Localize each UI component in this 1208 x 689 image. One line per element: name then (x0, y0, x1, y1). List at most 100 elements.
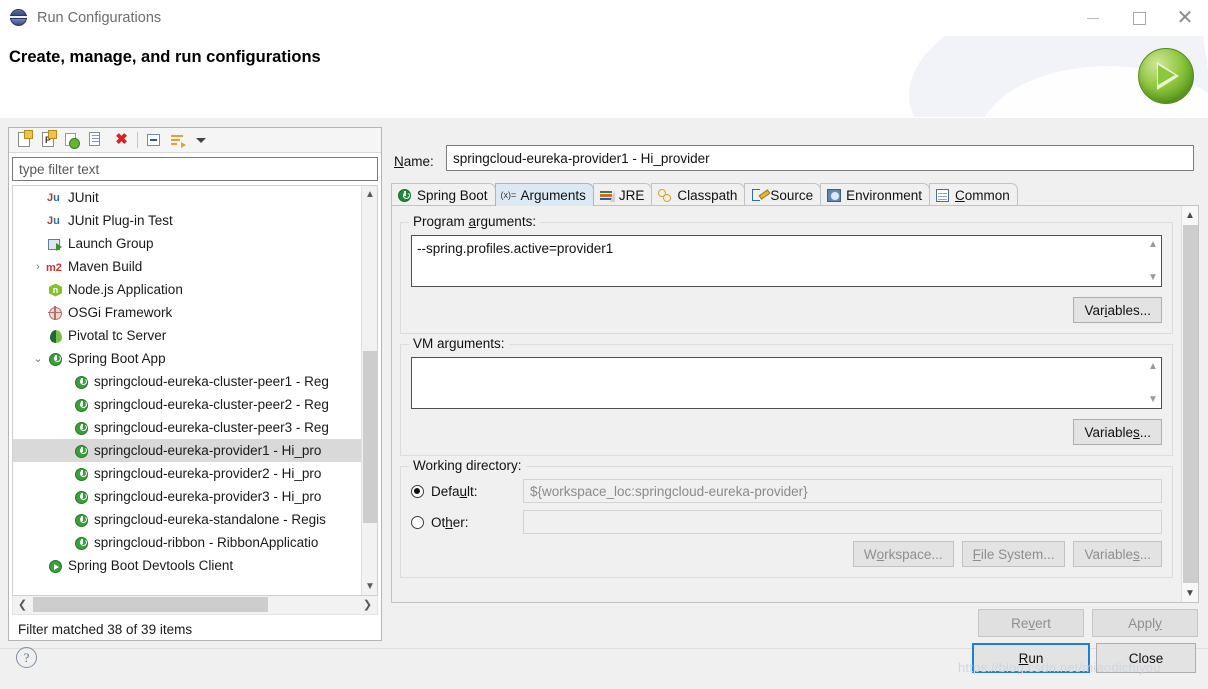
tab-classpath[interactable]: Classpath (651, 183, 746, 206)
tree-item[interactable]: springcloud-eureka-provider2 - Hi_pro (13, 462, 362, 485)
minimize-button[interactable] (1070, 0, 1116, 36)
tree-item[interactable]: springcloud-eureka-standalone - Regis (13, 508, 362, 531)
working-directory-label: Working directory: (409, 458, 526, 473)
tree-item-label: springcloud-eureka-provider1 - Hi_pro (94, 443, 322, 458)
name-label: Name: (394, 153, 434, 169)
tree-item[interactable]: Spring Boot Devtools Client (13, 554, 362, 577)
maven-icon: m2 (46, 261, 62, 274)
tree-item[interactable]: Launch Group (13, 232, 362, 255)
tree-item-label: Maven Build (68, 259, 143, 274)
tree-item-label: OSGi Framework (68, 305, 173, 320)
program-arguments-textarea[interactable] (411, 235, 1162, 287)
default-label: Default: (431, 483, 478, 499)
export-configuration-icon[interactable] (63, 130, 83, 150)
program-variables-button[interactable]: Var i ables... (1073, 297, 1162, 323)
tab-jre[interactable]: JRE (592, 183, 653, 206)
revert-apply-row: Re v ert Appl y (390, 609, 1198, 637)
tree-item[interactable]: Pivotal tc Server (13, 324, 362, 347)
other-radio[interactable] (411, 515, 424, 529)
content-vertical-scrollbar[interactable]: ▲ ▼ (1181, 206, 1198, 602)
tab-source[interactable]: Source (744, 183, 822, 206)
other-label: Other: (431, 514, 469, 530)
view-menu-caret-icon[interactable] (192, 130, 212, 150)
twisty-icon[interactable]: › (31, 261, 45, 273)
arguments-tab-content: Program arguments: ▲ ▼ Variables... (391, 205, 1199, 603)
apply-button[interactable]: Appl y (1092, 609, 1198, 637)
delete-configuration-icon[interactable]: ✖ (111, 130, 131, 150)
file-system-button[interactable]: File System... (961, 541, 1066, 567)
tree-scrollbar-thumb[interactable] (363, 351, 377, 523)
run-configurations-window: Run Configurations ✕ Create, manage, and… (0, 0, 1208, 689)
arguments-icon: (x)= (500, 189, 517, 200)
new-prototype-icon[interactable]: P (39, 130, 59, 150)
collapse-all-icon[interactable] (144, 130, 164, 150)
other-directory-input[interactable] (523, 510, 1162, 534)
filter-input[interactable] (12, 157, 378, 181)
tree-item-label: Node.js Application (68, 282, 183, 297)
tree-item[interactable]: ⌄ Spring Boot App (13, 347, 362, 370)
tab-label: Environment (846, 187, 922, 203)
content-scrollbar-thumb[interactable] (1183, 225, 1198, 583)
watermark-text: https://blog.csdn.net/miaodichiyou (958, 660, 1161, 675)
tree-item[interactable]: n Node.js Application (13, 278, 362, 301)
vm-arguments-buttons: Variable s... (411, 419, 1162, 445)
scroll-up-icon[interactable]: ▲ (1182, 206, 1198, 224)
devtools-icon (46, 557, 64, 575)
spring-boot-icon (397, 188, 414, 203)
spring-boot-icon (72, 396, 90, 414)
vm-variables-button[interactable]: Variable s... (1073, 419, 1162, 445)
tree-horizontal-scrollbar[interactable]: ❮ ❯ (12, 596, 378, 615)
tree-item-label: springcloud-eureka-provider3 - Hi_pro (94, 489, 322, 504)
environment-icon (826, 188, 843, 203)
working-dir-variables-button[interactable]: Variable s... (1073, 541, 1162, 567)
default-radio[interactable] (411, 484, 424, 498)
close-window-button[interactable]: ✕ (1162, 0, 1208, 36)
configuration-editor-panel: Name: Spring Boot (x)=Arguments JRE Classpa… (390, 127, 1200, 641)
tab-common[interactable]: Common (928, 183, 1018, 206)
help-question-icon[interactable]: ? (16, 647, 37, 668)
tab-environment[interactable]: Environment (820, 183, 930, 206)
tree-item[interactable]: springcloud-eureka-provider3 - Hi_pro (13, 485, 362, 508)
tab-label: Source (770, 187, 814, 203)
tree-item[interactable]: › m2 Maven Build (13, 255, 362, 278)
revert-button[interactable]: Re v ert (978, 609, 1084, 637)
tree-item[interactable]: Ju JUnit Plug-in Test (13, 209, 362, 232)
name-input[interactable] (446, 145, 1194, 171)
scroll-right-icon[interactable]: ❯ (358, 596, 377, 613)
filter-icon[interactable] (168, 130, 188, 150)
duplicate-configuration-icon[interactable] (87, 130, 108, 150)
tree-item-label: springcloud-eureka-cluster-peer3 - Reg (94, 420, 329, 435)
tree-item[interactable]: OSGi Framework (13, 301, 362, 324)
tree-item[interactable]: Ju JUnit (13, 186, 362, 209)
tab-label: Spring Boot (417, 187, 488, 203)
tree-item[interactable]: springcloud-eureka-cluster-peer2 - Reg (13, 393, 362, 416)
tree-vertical-scrollbar[interactable]: ▲ ▼ (361, 186, 377, 595)
scroll-down-icon[interactable]: ▼ (362, 578, 377, 595)
tree-item[interactable]: springcloud-eureka-cluster-peer3 - Reg (13, 416, 362, 439)
tab-spring-boot[interactable]: Spring Boot (391, 183, 496, 206)
tree-item[interactable]: springcloud-eureka-provider1 - Hi_pro (13, 439, 362, 462)
launch-group-icon (46, 235, 64, 253)
tree-item[interactable]: springcloud-eureka-cluster-peer1 - Reg (13, 370, 362, 393)
junit-icon: Ju (47, 191, 60, 204)
twisty-icon[interactable]: ⌄ (31, 352, 45, 365)
tree-item-label: Spring Boot Devtools Client (68, 558, 234, 573)
name-label-row: Name: (394, 149, 440, 173)
vm-arguments-textarea[interactable] (411, 357, 1162, 409)
spring-boot-icon (72, 511, 90, 529)
tree-hscrollbar-thumb[interactable] (33, 597, 268, 612)
scroll-left-icon[interactable]: ❮ (13, 596, 32, 613)
scroll-up-icon[interactable]: ▲ (362, 186, 377, 203)
tree-item[interactable]: springcloud-ribbon - RibbonApplicatio (13, 531, 362, 554)
tab-arguments[interactable]: (x)= Arguments (494, 183, 594, 206)
tab-label: Common (954, 187, 1010, 203)
page-title: Create, manage, and run configurations (9, 48, 321, 66)
scroll-down-icon[interactable]: ▼ (1182, 584, 1198, 602)
maximize-button[interactable] (1116, 0, 1162, 36)
tree-item-label: springcloud-ribbon - RibbonApplicatio (94, 535, 319, 550)
working-directory-other-row: Other: (411, 510, 1162, 534)
workspace-button[interactable]: Wo rkspace... (852, 541, 954, 567)
new-configuration-icon[interactable] (15, 130, 35, 150)
configurations-tree[interactable]: Ju JUnit Ju JUnit Plug-in Test Launch Group ›… (12, 185, 378, 596)
green-run-play-icon (1138, 48, 1194, 104)
